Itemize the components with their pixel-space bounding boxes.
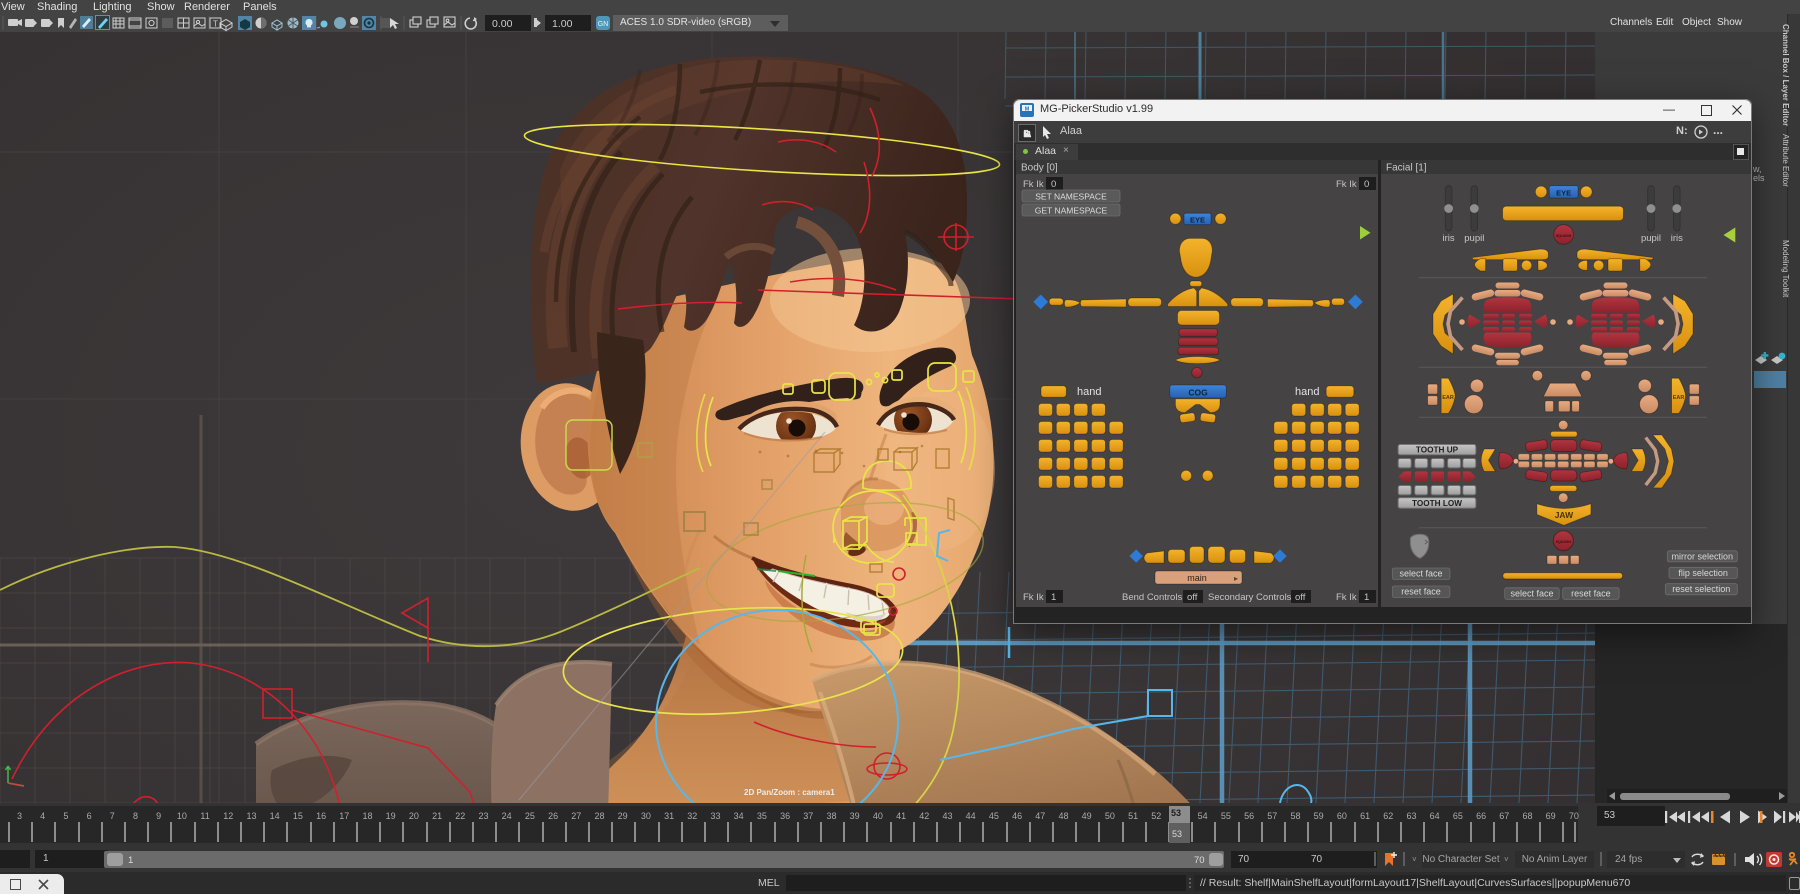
svg-text:0: 0 <box>1364 179 1369 190</box>
svg-text:Fk Ik: Fk Ik <box>1336 179 1357 190</box>
svg-text:EAR: EAR <box>1673 395 1685 401</box>
svg-text:COG: COG <box>1188 388 1208 398</box>
svg-text:flip selection: flip selection <box>1678 568 1728 578</box>
svg-text:1: 1 <box>1051 592 1056 603</box>
svg-text:EAR: EAR <box>1442 395 1454 401</box>
svg-text:select face: select face <box>1510 588 1553 598</box>
svg-text:mirror selection: mirror selection <box>1672 551 1734 561</box>
svg-text:pupil: pupil <box>1464 233 1484 244</box>
svg-text:▸: ▸ <box>1234 574 1238 583</box>
svg-text:off: off <box>1187 592 1198 603</box>
svg-text:JAW: JAW <box>1555 510 1574 520</box>
svg-text:M: M <box>1025 107 1030 113</box>
svg-text:main: main <box>1187 573 1207 583</box>
svg-text:TOOTH UP: TOOTH UP <box>1416 446 1459 455</box>
svg-text:off: off <box>1295 592 1306 603</box>
svg-text:EYE: EYE <box>1556 189 1571 198</box>
svg-text:Secondary Controls: Secondary Controls <box>1208 592 1292 603</box>
svg-text:GET NAMESPACE: GET NAMESPACE <box>1035 206 1108 216</box>
svg-text:Fk Ik: Fk Ik <box>1023 179 1044 190</box>
svg-text:iris: iris <box>1671 233 1683 244</box>
svg-text:1: 1 <box>1364 592 1369 603</box>
svg-text:Facial [1]: Facial [1] <box>1386 163 1427 174</box>
svg-text:1.00: 1.00 <box>552 18 573 30</box>
svg-text:SET NAMESPACE: SET NAMESPACE <box>1035 192 1107 202</box>
svg-text:SQUASH: SQUASH <box>1556 540 1572 544</box>
svg-text:iris: iris <box>1443 233 1455 244</box>
svg-text:EYE: EYE <box>1190 216 1205 225</box>
svg-text:GN: GN <box>598 21 609 28</box>
svg-text:TOOTH LOW: TOOTH LOW <box>1412 499 1462 508</box>
svg-text:SQUASH: SQUASH <box>1556 234 1572 238</box>
svg-text:reset face: reset face <box>1571 588 1611 598</box>
svg-text:pupil: pupil <box>1641 233 1661 244</box>
svg-text:0: 0 <box>1051 179 1056 190</box>
svg-text:Fk Ik: Fk Ik <box>1023 592 1044 603</box>
svg-text:Fk Ik: Fk Ik <box>1336 592 1357 603</box>
svg-text:hand: hand <box>1077 386 1101 398</box>
svg-text:hand: hand <box>1295 386 1319 398</box>
svg-text:reset face: reset face <box>1401 587 1441 597</box>
svg-text:Body [0]: Body [0] <box>1021 163 1058 174</box>
svg-text:reset selection: reset selection <box>1672 584 1730 594</box>
svg-text:Bend Controls: Bend Controls <box>1122 592 1182 603</box>
svg-text:2D Pan/Zoom : camera1: 2D Pan/Zoom : camera1 <box>744 788 835 797</box>
svg-text:select face: select face <box>1399 569 1442 579</box>
svg-text:T: T <box>213 20 218 29</box>
svg-text:0.00: 0.00 <box>492 18 513 30</box>
